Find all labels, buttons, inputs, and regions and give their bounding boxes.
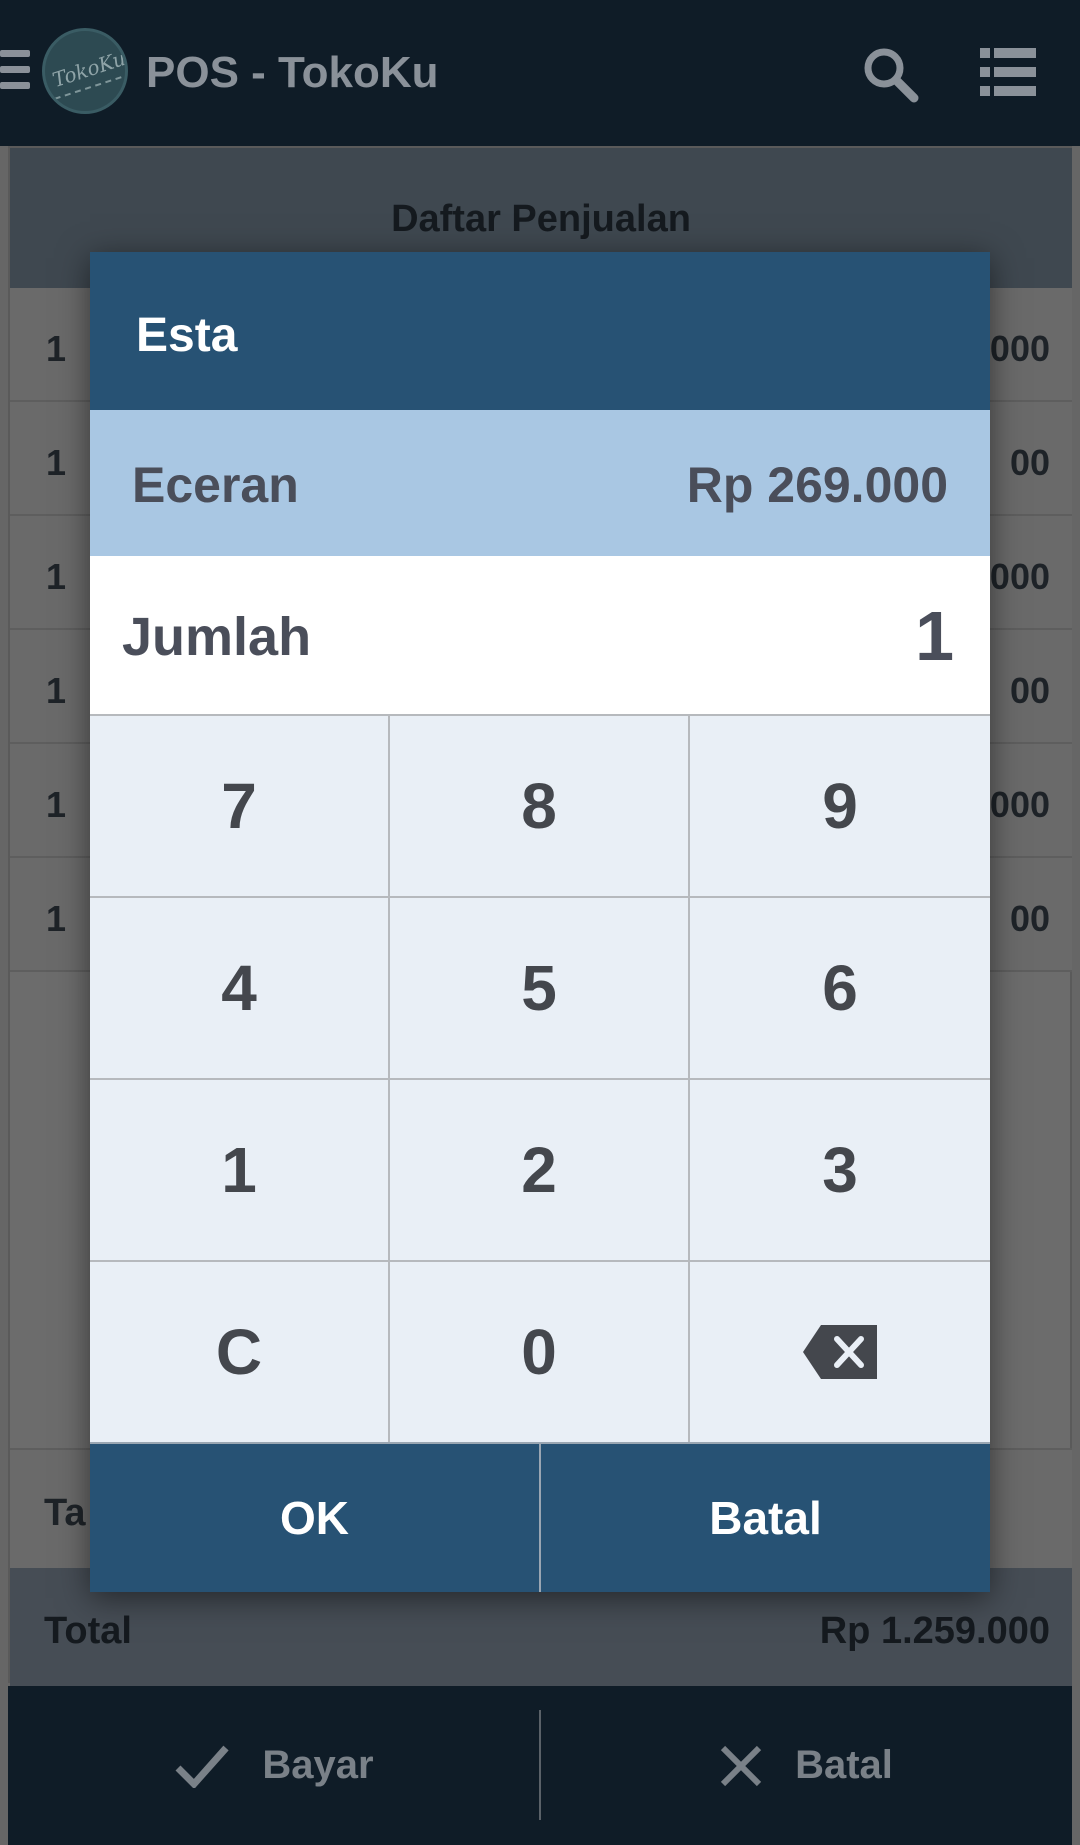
backspace-icon [803,1325,877,1379]
search-icon[interactable] [860,44,920,104]
key-8[interactable]: 8 [390,714,690,896]
cancel-sale-button[interactable]: Batal [540,1686,1072,1845]
app-title: POS - TokoKu [146,48,439,97]
key-0[interactable]: 0 [390,1260,690,1442]
key-7[interactable]: 7 [90,714,390,896]
numeric-keypad: 7 8 9 4 5 6 1 2 3 C 0 [90,714,990,1442]
dialog-title: Esta [90,252,990,410]
price-value: Rp 269.000 [686,457,948,513]
row-price: 000 [989,328,1050,369]
top-app-bar: TokoKu POS - TokoKu [0,0,1080,146]
cancel-button[interactable]: Batal [539,1444,990,1592]
check-icon [175,1745,230,1788]
key-backspace[interactable] [690,1260,990,1442]
price-band[interactable]: Eceran Rp 269.000 [90,410,990,556]
cancel-label: Batal [795,1743,893,1787]
tax-label: Ta [44,1492,86,1534]
pay-label: Bayar [262,1743,374,1787]
key-3[interactable]: 3 [690,1078,990,1260]
row-qty: 1 [46,556,67,597]
list-view-icon[interactable] [980,48,1036,96]
quantity-value: 1 [915,597,954,675]
key-4[interactable]: 4 [90,896,390,1078]
row-price: 00 [1009,670,1050,711]
key-6[interactable]: 6 [690,896,990,1078]
dialog-actions: OK Batal [90,1442,990,1592]
row-price: 000 [989,784,1050,825]
close-icon [720,1745,762,1786]
pay-button[interactable]: Bayar [8,1686,540,1845]
quantity-field[interactable]: Jumlah 1 [90,556,990,714]
bottom-action-bar: Bayar Batal [8,1686,1072,1845]
total-value: Rp 1.259.000 [819,1610,1050,1652]
total-label: Total [44,1610,132,1652]
app-logo: TokoKu [42,28,128,114]
row-qty: 1 [46,328,67,369]
logo-text: TokoKu [49,45,128,93]
price-type: Eceran [132,457,299,513]
row-qty: 1 [46,784,67,825]
quantity-dialog: Esta Eceran Rp 269.000 Jumlah 1 7 8 9 4 … [90,252,990,1592]
key-clear[interactable]: C [90,1260,390,1442]
key-5[interactable]: 5 [390,896,690,1078]
quantity-label: Jumlah [122,607,312,667]
row-price: 00 [1009,898,1050,939]
key-2[interactable]: 2 [390,1078,690,1260]
section-title: Daftar Penjualan [391,198,691,240]
row-qty: 1 [46,670,67,711]
ok-button[interactable]: OK [90,1444,539,1592]
key-1[interactable]: 1 [90,1078,390,1260]
menu-icon[interactable] [0,50,30,96]
row-price: 00 [1009,442,1050,483]
row-price: 000 [989,556,1050,597]
row-qty: 1 [46,442,67,483]
row-qty: 1 [46,898,67,939]
key-9[interactable]: 9 [690,714,990,896]
